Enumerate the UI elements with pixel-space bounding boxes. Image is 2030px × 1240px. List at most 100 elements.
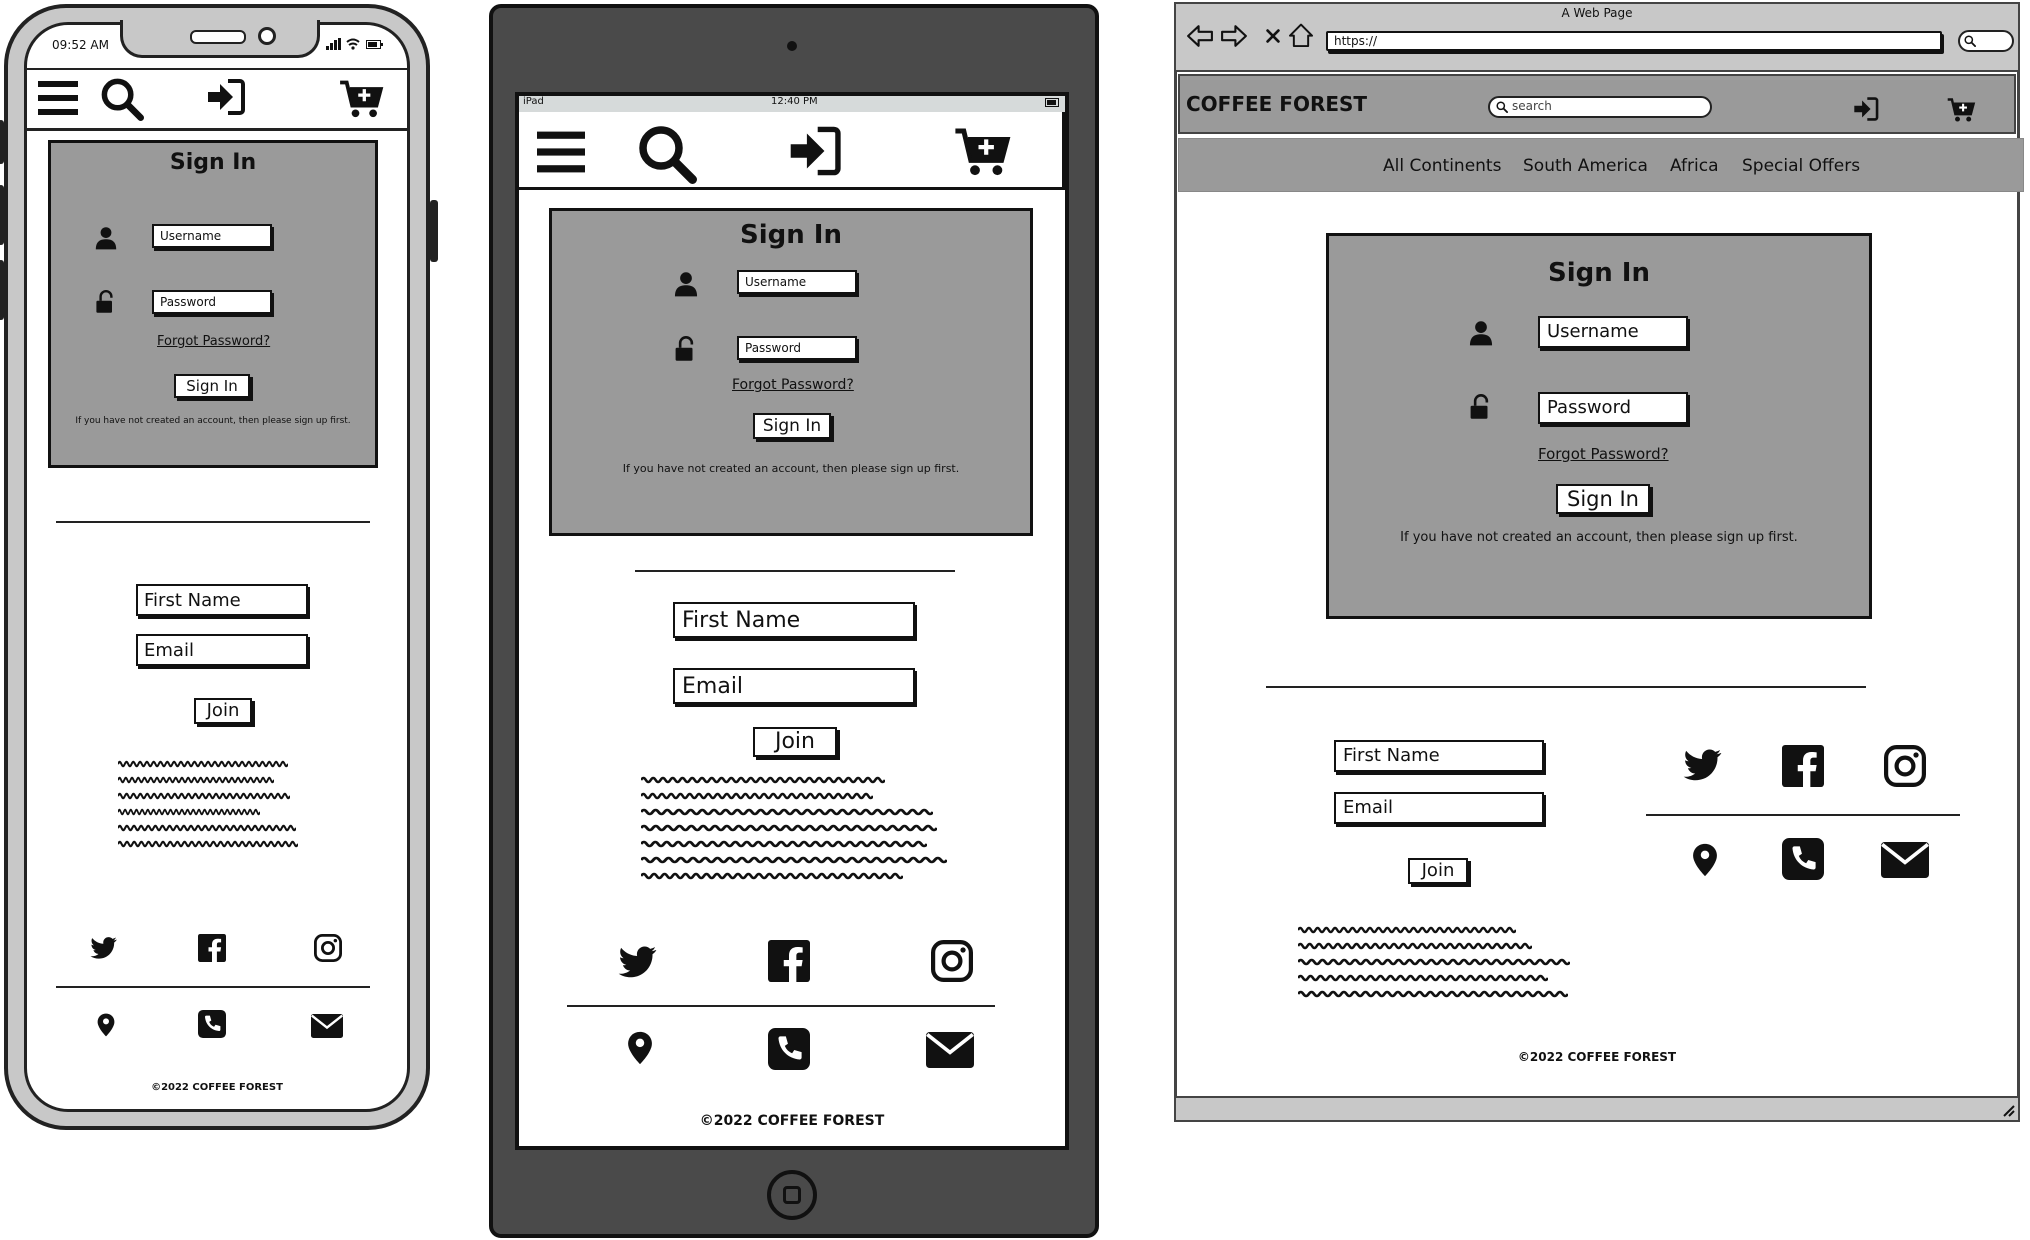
twitter-icon[interactable] <box>90 934 118 962</box>
status-battery-icon <box>366 40 383 49</box>
signup-note: If you have not created an account, then… <box>1400 530 1798 545</box>
phone-icon[interactable] <box>768 1028 810 1070</box>
facebook-icon[interactable] <box>768 940 810 982</box>
first-name-field[interactable]: First Name <box>673 602 915 638</box>
cart-add-icon[interactable] <box>951 124 1013 180</box>
phone-side-button <box>0 260 4 320</box>
tablet-home-button-square <box>783 1186 801 1204</box>
cart-add-icon[interactable] <box>1946 96 1976 124</box>
first-name-field[interactable]: First Name <box>1334 740 1544 772</box>
email-field[interactable]: Email <box>136 634 308 666</box>
instagram-icon[interactable] <box>931 940 973 982</box>
search-icon[interactable] <box>100 77 144 121</box>
location-pin-icon[interactable] <box>94 1010 118 1040</box>
phone-icon[interactable] <box>1782 838 1824 880</box>
phone-side-button <box>430 200 438 262</box>
password-field[interactable]: Password <box>737 336 857 360</box>
search-icon[interactable] <box>637 124 697 184</box>
nav-item-africa[interactable]: Africa <box>1670 156 1719 176</box>
placeholder-text <box>641 776 947 880</box>
email-field[interactable]: Email <box>673 668 915 704</box>
browser-mockup: A Web Page https:// COFFEE FOREST search… <box>1172 0 2024 1130</box>
password-field[interactable]: Password <box>1538 392 1688 424</box>
menu-icon[interactable] <box>37 78 79 118</box>
divider <box>56 521 370 523</box>
instagram-icon[interactable] <box>1884 745 1926 787</box>
facebook-icon[interactable] <box>1782 745 1824 787</box>
site-search-placeholder: search <box>1512 99 1552 113</box>
status-time: 12:40 PM <box>771 96 818 107</box>
divider <box>567 1005 995 1007</box>
divider <box>1266 686 1866 688</box>
back-icon[interactable] <box>1186 22 1214 50</box>
footer-copyright: ©2022 COFFEE FOREST <box>1517 1050 1677 1064</box>
cart-add-icon[interactable] <box>338 77 384 121</box>
forgot-password-link[interactable]: Forgot Password? <box>732 377 854 393</box>
nav-item-all-continents[interactable]: All Continents <box>1383 156 1501 176</box>
location-pin-icon[interactable] <box>623 1026 657 1070</box>
status-wifi-icon <box>346 38 360 50</box>
search-icon <box>1496 101 1508 113</box>
divider <box>635 570 955 572</box>
placeholder-text <box>1298 926 1570 998</box>
signin-button[interactable]: Sign In <box>1556 484 1650 514</box>
signin-panel <box>1326 233 1872 619</box>
password-field[interactable]: Password <box>152 290 272 314</box>
close-icon[interactable] <box>1264 26 1282 46</box>
signup-note: If you have not created an account, then… <box>75 416 351 426</box>
forgot-password-link[interactable]: Forgot Password? <box>1538 445 1669 463</box>
user-icon <box>1468 318 1494 348</box>
sign-in-icon[interactable] <box>787 124 843 178</box>
signup-note: If you have not created an account, then… <box>622 462 960 475</box>
home-icon[interactable] <box>1288 22 1314 48</box>
join-button[interactable]: Join <box>753 727 837 757</box>
nav-item-special-offers[interactable]: Special Offers <box>1742 156 1860 176</box>
resize-grip-icon[interactable] <box>2002 1104 2016 1118</box>
user-icon <box>673 268 699 300</box>
first-name-field[interactable]: First Name <box>136 584 308 616</box>
signin-button[interactable]: Sign In <box>753 413 831 439</box>
username-field[interactable]: Username <box>152 224 272 248</box>
phone-speaker <box>190 30 246 44</box>
mail-icon[interactable] <box>925 1032 975 1068</box>
window-title: A Web Page <box>1561 6 1633 20</box>
email-field[interactable]: Email <box>1334 792 1544 824</box>
nav-item-south-america[interactable]: South America <box>1523 156 1648 176</box>
forward-icon[interactable] <box>1220 22 1248 50</box>
signin-button[interactable]: Sign In <box>174 374 250 398</box>
unlock-icon <box>1468 392 1494 422</box>
divider <box>1646 814 1960 816</box>
status-battery-icon <box>1045 98 1059 107</box>
status-signal-icon <box>326 38 341 50</box>
facebook-icon[interactable] <box>198 934 226 962</box>
forgot-password-link[interactable]: Forgot Password? <box>157 334 270 349</box>
twitter-icon[interactable] <box>617 942 659 982</box>
browser-status-bar <box>1176 1096 2018 1120</box>
menu-icon[interactable] <box>533 128 589 176</box>
user-icon <box>94 224 118 252</box>
username-field[interactable]: Username <box>1538 316 1688 348</box>
footer-copyright: ©2022 COFFEE FOREST <box>699 1113 885 1129</box>
url-bar[interactable]: https:// <box>1326 31 1942 51</box>
tablet-mockup: iPad 12:40 PM Sign In Username Password … <box>485 0 1105 1240</box>
placeholder-text <box>118 760 298 848</box>
location-pin-icon[interactable] <box>1688 838 1722 882</box>
status-time: 09:52 AM <box>52 38 109 52</box>
search-icon <box>1964 35 1976 47</box>
mail-icon[interactable] <box>1880 842 1930 878</box>
join-button[interactable]: Join <box>194 698 252 724</box>
username-field[interactable]: Username <box>737 270 857 294</box>
tablet-camera <box>787 41 797 51</box>
join-button[interactable]: Join <box>1408 858 1468 884</box>
sign-in-icon[interactable] <box>1852 96 1880 122</box>
phone-icon[interactable] <box>198 1010 226 1038</box>
unlock-icon <box>673 334 699 364</box>
instagram-icon[interactable] <box>314 934 342 962</box>
phone-side-button <box>0 185 4 245</box>
sign-in-icon[interactable] <box>205 77 247 117</box>
brand-logo[interactable]: COFFEE FOREST <box>1186 92 1367 116</box>
signin-title: Sign In <box>169 150 257 175</box>
mail-icon[interactable] <box>310 1014 344 1038</box>
twitter-icon[interactable] <box>1682 745 1724 785</box>
unlock-icon <box>94 288 118 316</box>
